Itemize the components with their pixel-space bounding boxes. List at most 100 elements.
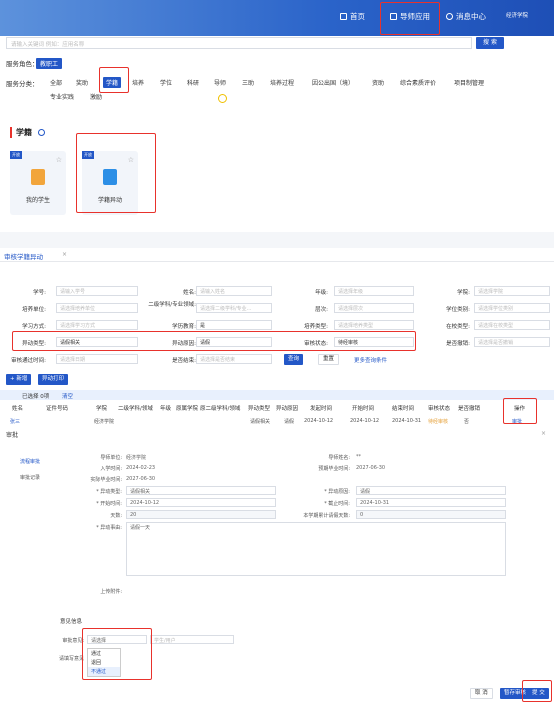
train-type-select[interactable]: 请选择培养类型 — [334, 320, 414, 330]
card-my-students[interactable]: 开放 ☆ 我的学生 — [10, 151, 66, 215]
col-header: 异动类型 — [248, 406, 271, 412]
category-all[interactable]: 全部 — [50, 78, 62, 87]
cause-textarea[interactable]: 请假一天 — [126, 522, 506, 576]
cell-begin: 2024-10-12 — [350, 418, 380, 424]
user-select[interactable]: 学生/用户 — [150, 635, 234, 644]
card-tag: 开放 — [10, 151, 22, 159]
form-label: 本学期累计请假天数: — [303, 513, 350, 519]
grade-select[interactable]: 请选择年级 — [334, 286, 414, 296]
cell-name[interactable]: 张三 — [10, 418, 20, 425]
clear-link[interactable]: 清空 — [62, 392, 73, 400]
filter-label: 审核通过时间: — [11, 358, 46, 364]
search-input[interactable]: 请输入关键词 例如：应用名称 — [6, 37, 472, 49]
approve-date-picker[interactable]: 请选择日期 — [56, 354, 138, 364]
category-process[interactable]: 培养过程 — [270, 78, 294, 87]
form-label: * 异动类型: — [96, 489, 122, 495]
filter-label: 姓名: — [183, 290, 196, 296]
end-date-field[interactable]: 2024-10-31 — [356, 498, 506, 507]
college-select[interactable]: 请选择学院 — [474, 286, 550, 296]
close-icon[interactable]: × — [541, 430, 546, 437]
days-field: 20 — [126, 510, 276, 519]
col-header: 结束时间 — [392, 406, 415, 412]
info-icon[interactable] — [38, 129, 45, 136]
info-label: 导师姓名: — [328, 455, 350, 461]
star-icon[interactable]: ☆ — [56, 156, 62, 164]
info-value: 2027-06-30 — [126, 476, 156, 482]
school-type-select[interactable]: 请选择在校类型 — [474, 320, 550, 330]
card-name: 我的学生 — [25, 197, 50, 204]
category-keyan[interactable]: 科研 — [187, 78, 199, 87]
category-zizhu[interactable]: 资助 — [372, 78, 384, 87]
unit-select[interactable]: 请选择培养单位 — [56, 303, 138, 313]
filter-label: 层次: — [315, 307, 328, 313]
info-value: 2024-02-23 — [126, 465, 156, 471]
category-abroad[interactable]: 因公出国（境） — [312, 78, 354, 87]
cancelled-select[interactable]: 请选择是否撤销 — [474, 337, 550, 347]
highlight-box — [76, 133, 156, 213]
side-tab-records[interactable]: 审批记录 — [20, 474, 40, 481]
highlight-box — [503, 398, 537, 424]
category-label: 服务分类： — [6, 80, 39, 88]
change-type-field[interactable]: 请假相关 — [126, 486, 276, 495]
category-peiyang[interactable]: 培养 — [132, 78, 144, 87]
degree-select[interactable]: 请选择学位类别 — [474, 303, 550, 313]
messages-link[interactable]: 消息中心 — [446, 11, 486, 22]
query-button[interactable]: 查询 — [284, 354, 304, 365]
highlight-box — [522, 680, 552, 702]
filter-label: 二级学科/专业领域: — [148, 302, 196, 308]
col-header: 发起时间 — [310, 406, 333, 412]
info-value: 经济学院 — [126, 455, 147, 461]
col-header: 学院 — [96, 406, 108, 412]
cell-status: 待经审核 — [428, 419, 449, 425]
cursor-marker-icon — [218, 94, 227, 103]
form-label: 天数: — [110, 513, 122, 519]
tab-bar: 审核学籍异动 × — [0, 248, 554, 262]
category-project[interactable]: 项目制管理 — [454, 78, 484, 87]
school-switch[interactable]: 经济学院 — [506, 11, 528, 19]
study-mode-select[interactable]: 请选择学习方式 — [56, 320, 138, 330]
category-daoshi[interactable]: 导师 — [214, 78, 226, 87]
col-header: 原属学院 — [176, 406, 199, 412]
search-button[interactable]: 搜 索 — [476, 37, 504, 49]
category-sanzhu[interactable]: 三助 — [242, 78, 254, 87]
side-tab-flow[interactable]: 流程审批 — [20, 458, 40, 465]
col-header: 审核状态 — [428, 406, 451, 412]
info-label: 实际毕业时间: — [90, 477, 122, 483]
level-select[interactable]: 请选择层次 — [334, 303, 414, 313]
reset-button[interactable]: 重置 — [318, 354, 340, 365]
change-reason-field[interactable]: 请假 — [356, 486, 506, 495]
start-date-field[interactable]: 2024-10-12 — [126, 498, 276, 507]
category-zonghe[interactable]: 综合素质评价 — [400, 78, 436, 87]
student-id-input[interactable]: 请输入学号 — [56, 286, 138, 296]
filter-label: 学位类别: — [446, 307, 470, 313]
filter-label: 是否撤销: — [446, 341, 470, 347]
highlight-box — [380, 2, 440, 35]
filter-label: 学历教育: — [172, 324, 196, 330]
tab-review[interactable]: 审核学籍异动 — [4, 251, 43, 261]
highlight-box — [99, 67, 129, 93]
education-select[interactable]: 是 — [196, 320, 272, 330]
col-header: 姓名 — [12, 406, 24, 412]
ended-select[interactable]: 请选择是否结束 — [196, 354, 272, 364]
form-label: * 开始时间: — [96, 501, 122, 507]
col-header: 二级学科/领域 — [118, 406, 153, 412]
more-filters-link[interactable]: 更多查询条件 — [354, 356, 387, 364]
cell-reason: 请假 — [284, 419, 295, 425]
cancel-button[interactable]: 取 消 — [470, 688, 493, 699]
col-header: 是否撤销 — [458, 406, 481, 412]
modal-title: 审批 — [6, 432, 19, 439]
category-incentive[interactable]: 激励 — [90, 92, 102, 101]
filter-label: 在校类型: — [446, 324, 470, 330]
name-input[interactable]: 请输入姓名 — [196, 286, 272, 296]
form-label: 审批意见: — [62, 638, 84, 644]
close-icon[interactable]: × — [62, 251, 67, 258]
category-xuewei[interactable]: 学位 — [160, 78, 172, 87]
form-label: 请填写意见 — [58, 656, 84, 662]
category-practice[interactable]: 专业实践 — [50, 92, 74, 101]
role-tag[interactable]: 教职工 — [36, 58, 63, 69]
home-link[interactable]: 首页 — [340, 11, 365, 22]
add-button[interactable]: + 新增 — [6, 374, 32, 385]
category-jiangzhu[interactable]: 奖助 — [76, 78, 88, 87]
discipline-select[interactable]: 请选择二级学科/专业... — [196, 303, 272, 313]
print-button[interactable]: 异动打印 — [38, 374, 69, 385]
